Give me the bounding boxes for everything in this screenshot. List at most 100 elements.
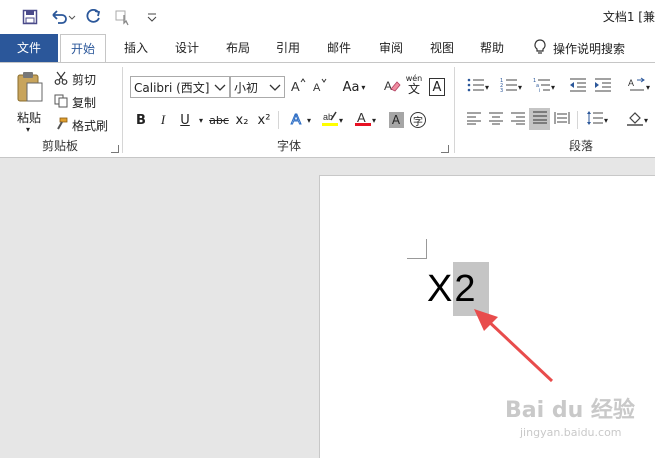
tab-insert[interactable]: 插入	[114, 34, 158, 62]
subscript-button[interactable]: x₂	[233, 109, 251, 131]
italic-button[interactable]: I	[155, 109, 171, 131]
group-divider	[122, 67, 123, 153]
document-text-plain: X	[427, 268, 453, 310]
divider	[278, 111, 279, 129]
svg-text:3: 3	[500, 88, 503, 93]
change-case-label: Aa	[342, 79, 360, 95]
superscript-button[interactable]: x²	[255, 109, 273, 131]
chevron-down-icon[interactable]	[268, 80, 282, 97]
phonetic-guide-bottom: 文	[407, 82, 420, 96]
font-name-combo[interactable]: Calibri (西文]	[130, 76, 230, 98]
decrease-indent-button[interactable]	[568, 76, 588, 98]
watermark-logo: Bai du 经验	[505, 398, 635, 423]
tab-home[interactable]: 开始	[60, 34, 106, 63]
svg-text:i: i	[539, 88, 540, 93]
phonetic-guide-button[interactable]: wén 文	[404, 74, 424, 96]
paste-button[interactable]: 粘贴 ▾	[12, 69, 46, 135]
bullets-button[interactable]: ▾	[464, 76, 492, 98]
shrink-font-button[interactable]: A	[310, 76, 328, 98]
numbering-icon: 123	[500, 77, 518, 97]
multilevel-list-button[interactable]: 1ai ▾	[530, 76, 558, 98]
chevron-down-icon[interactable]	[211, 80, 227, 97]
align-left-icon	[466, 111, 482, 129]
distributed-icon	[554, 111, 570, 129]
justify-button[interactable]	[529, 108, 550, 130]
divider	[577, 111, 578, 129]
chevron-down-icon: ▾	[643, 115, 648, 125]
document-title: 文档1 [兼	[602, 10, 655, 24]
chevron-down-icon: ▾	[484, 82, 489, 92]
grow-font-icon: A	[290, 77, 306, 97]
chevron-down-icon: ▾	[603, 115, 608, 125]
character-shading-button[interactable]: A	[387, 109, 405, 131]
align-right-button[interactable]	[508, 109, 528, 131]
tab-mailings[interactable]: 邮件	[318, 34, 360, 62]
bold-button[interactable]: B	[133, 109, 149, 131]
format-painter-button[interactable]: 格式刷	[54, 115, 108, 135]
strikethrough-button[interactable]: abc	[208, 109, 230, 131]
enclose-characters-button[interactable]: 字	[409, 109, 427, 131]
chevron-down-icon: ▾	[361, 82, 366, 92]
underline-dropdown-icon[interactable]: ▾	[196, 109, 206, 131]
scissors-icon	[54, 71, 68, 88]
svg-text:A: A	[291, 111, 301, 127]
numbering-button[interactable]: 123 ▾	[497, 76, 525, 98]
annotation-arrow	[474, 309, 554, 383]
text-effects-button[interactable]: A ▾	[285, 109, 315, 131]
change-case-button[interactable]: Aa ▾	[338, 76, 370, 98]
font-color-button[interactable]: A ▾	[350, 109, 380, 131]
decrease-indent-icon	[569, 77, 587, 97]
font-color-icon: A	[354, 109, 372, 131]
copy-button[interactable]: 复制	[54, 92, 96, 112]
svg-text:A: A	[357, 110, 366, 125]
font-name-value: Calibri (西文]	[134, 80, 210, 95]
clipboard-launcher-icon[interactable]	[111, 145, 119, 153]
paste-label: 粘贴	[17, 111, 42, 125]
tab-design[interactable]: 设计	[166, 34, 208, 62]
font-size-combo[interactable]: 小初	[230, 76, 285, 98]
chevron-down-icon: ▾	[371, 115, 376, 125]
clipboard-icon	[16, 71, 44, 106]
chevron-down-icon: ▾	[338, 115, 343, 125]
margin-corner-mark	[407, 239, 427, 259]
tab-layout[interactable]: 布局	[217, 34, 259, 62]
copy-label: 复制	[72, 95, 97, 110]
touch-mode-icon[interactable]	[114, 7, 134, 27]
font-launcher-icon[interactable]	[441, 145, 449, 153]
quick-access-toolbar: 文档1 [兼	[0, 0, 655, 34]
clear-formatting-button[interactable]: A	[382, 76, 402, 98]
watermark-url: jingyan.baidu.com	[520, 426, 622, 439]
increase-indent-button[interactable]	[593, 76, 613, 98]
svg-text:A: A	[313, 82, 321, 93]
align-left-button[interactable]	[464, 109, 484, 131]
redo-icon[interactable]	[84, 7, 104, 27]
grow-font-button[interactable]: A	[289, 76, 307, 98]
chevron-down-icon: ▾	[645, 82, 650, 92]
tab-view[interactable]: 视图	[421, 34, 463, 62]
save-icon[interactable]	[20, 7, 40, 27]
font-size-value: 小初	[234, 80, 259, 95]
tab-review[interactable]: 审阅	[370, 34, 412, 62]
paste-dropdown-icon[interactable]: ▾	[26, 125, 30, 134]
shading-button[interactable]: ▾	[622, 109, 652, 131]
underline-button[interactable]: U	[177, 109, 193, 131]
distributed-button[interactable]	[552, 109, 572, 131]
align-center-button[interactable]	[486, 109, 506, 131]
paint-bucket-icon	[626, 110, 644, 130]
align-right-icon	[510, 111, 526, 129]
tab-file[interactable]: 文件	[0, 34, 58, 62]
line-spacing-button[interactable]: ▾	[582, 109, 612, 131]
undo-button[interactable]	[50, 7, 76, 27]
cut-button[interactable]: 剪切	[54, 69, 96, 89]
tab-references[interactable]: 引用	[267, 34, 309, 62]
highlight-color-button[interactable]: ab ▾	[317, 109, 347, 131]
svg-text:A: A	[291, 79, 300, 93]
tell-me-search[interactable]: 操作说明搜索	[533, 34, 625, 62]
svg-text:ab: ab	[323, 112, 333, 122]
text-direction-button[interactable]: A ▾	[624, 76, 654, 98]
customize-qat-icon[interactable]	[142, 7, 162, 27]
copy-icon	[54, 94, 68, 111]
multilevel-list-icon: 1ai	[533, 77, 551, 97]
character-border-button[interactable]: A	[428, 76, 446, 98]
tab-help[interactable]: 帮助	[471, 34, 513, 62]
